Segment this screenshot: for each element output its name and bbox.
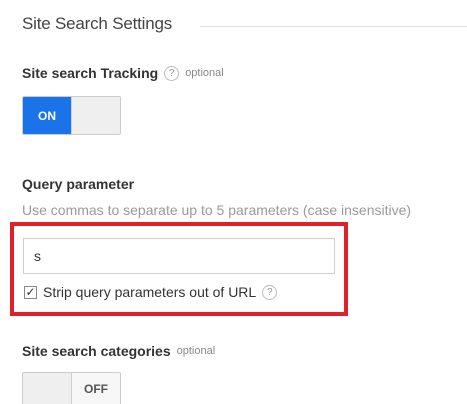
optional-tag: optional xyxy=(176,345,216,357)
help-icon[interactable]: ? xyxy=(262,284,278,300)
query-parameter-input[interactable] xyxy=(23,238,335,274)
site-search-categories-toggle[interactable]: OFF xyxy=(22,372,121,404)
site-search-tracking-label: Site search Tracking xyxy=(22,65,159,81)
toggle-knob xyxy=(71,97,120,134)
optional-tag: optional xyxy=(185,67,224,79)
strip-query-parameters-row: ✓ Strip query parameters out of URL ? xyxy=(24,284,278,300)
site-search-categories-row: Site search categories optional xyxy=(22,343,215,359)
section-divider xyxy=(200,26,467,27)
toggle-knob xyxy=(23,373,72,404)
toggle-on-label: ON xyxy=(23,97,71,134)
site-search-tracking-toggle[interactable]: ON xyxy=(22,96,121,135)
strip-query-parameters-checkbox[interactable]: ✓ xyxy=(24,285,37,299)
strip-query-parameters-label[interactable]: Strip query parameters out of URL xyxy=(43,284,256,300)
site-search-categories-label: Site search categories xyxy=(22,343,171,359)
site-search-tracking-row: Site search Tracking ? optional xyxy=(22,65,224,81)
query-parameter-label: Query parameter xyxy=(22,176,135,192)
query-parameter-help-text: Use commas to separate up to 5 parameter… xyxy=(22,202,412,218)
toggle-off-label: OFF xyxy=(72,373,120,404)
section-title: Site Search Settings xyxy=(22,14,173,33)
help-icon[interactable]: ? xyxy=(164,65,180,81)
